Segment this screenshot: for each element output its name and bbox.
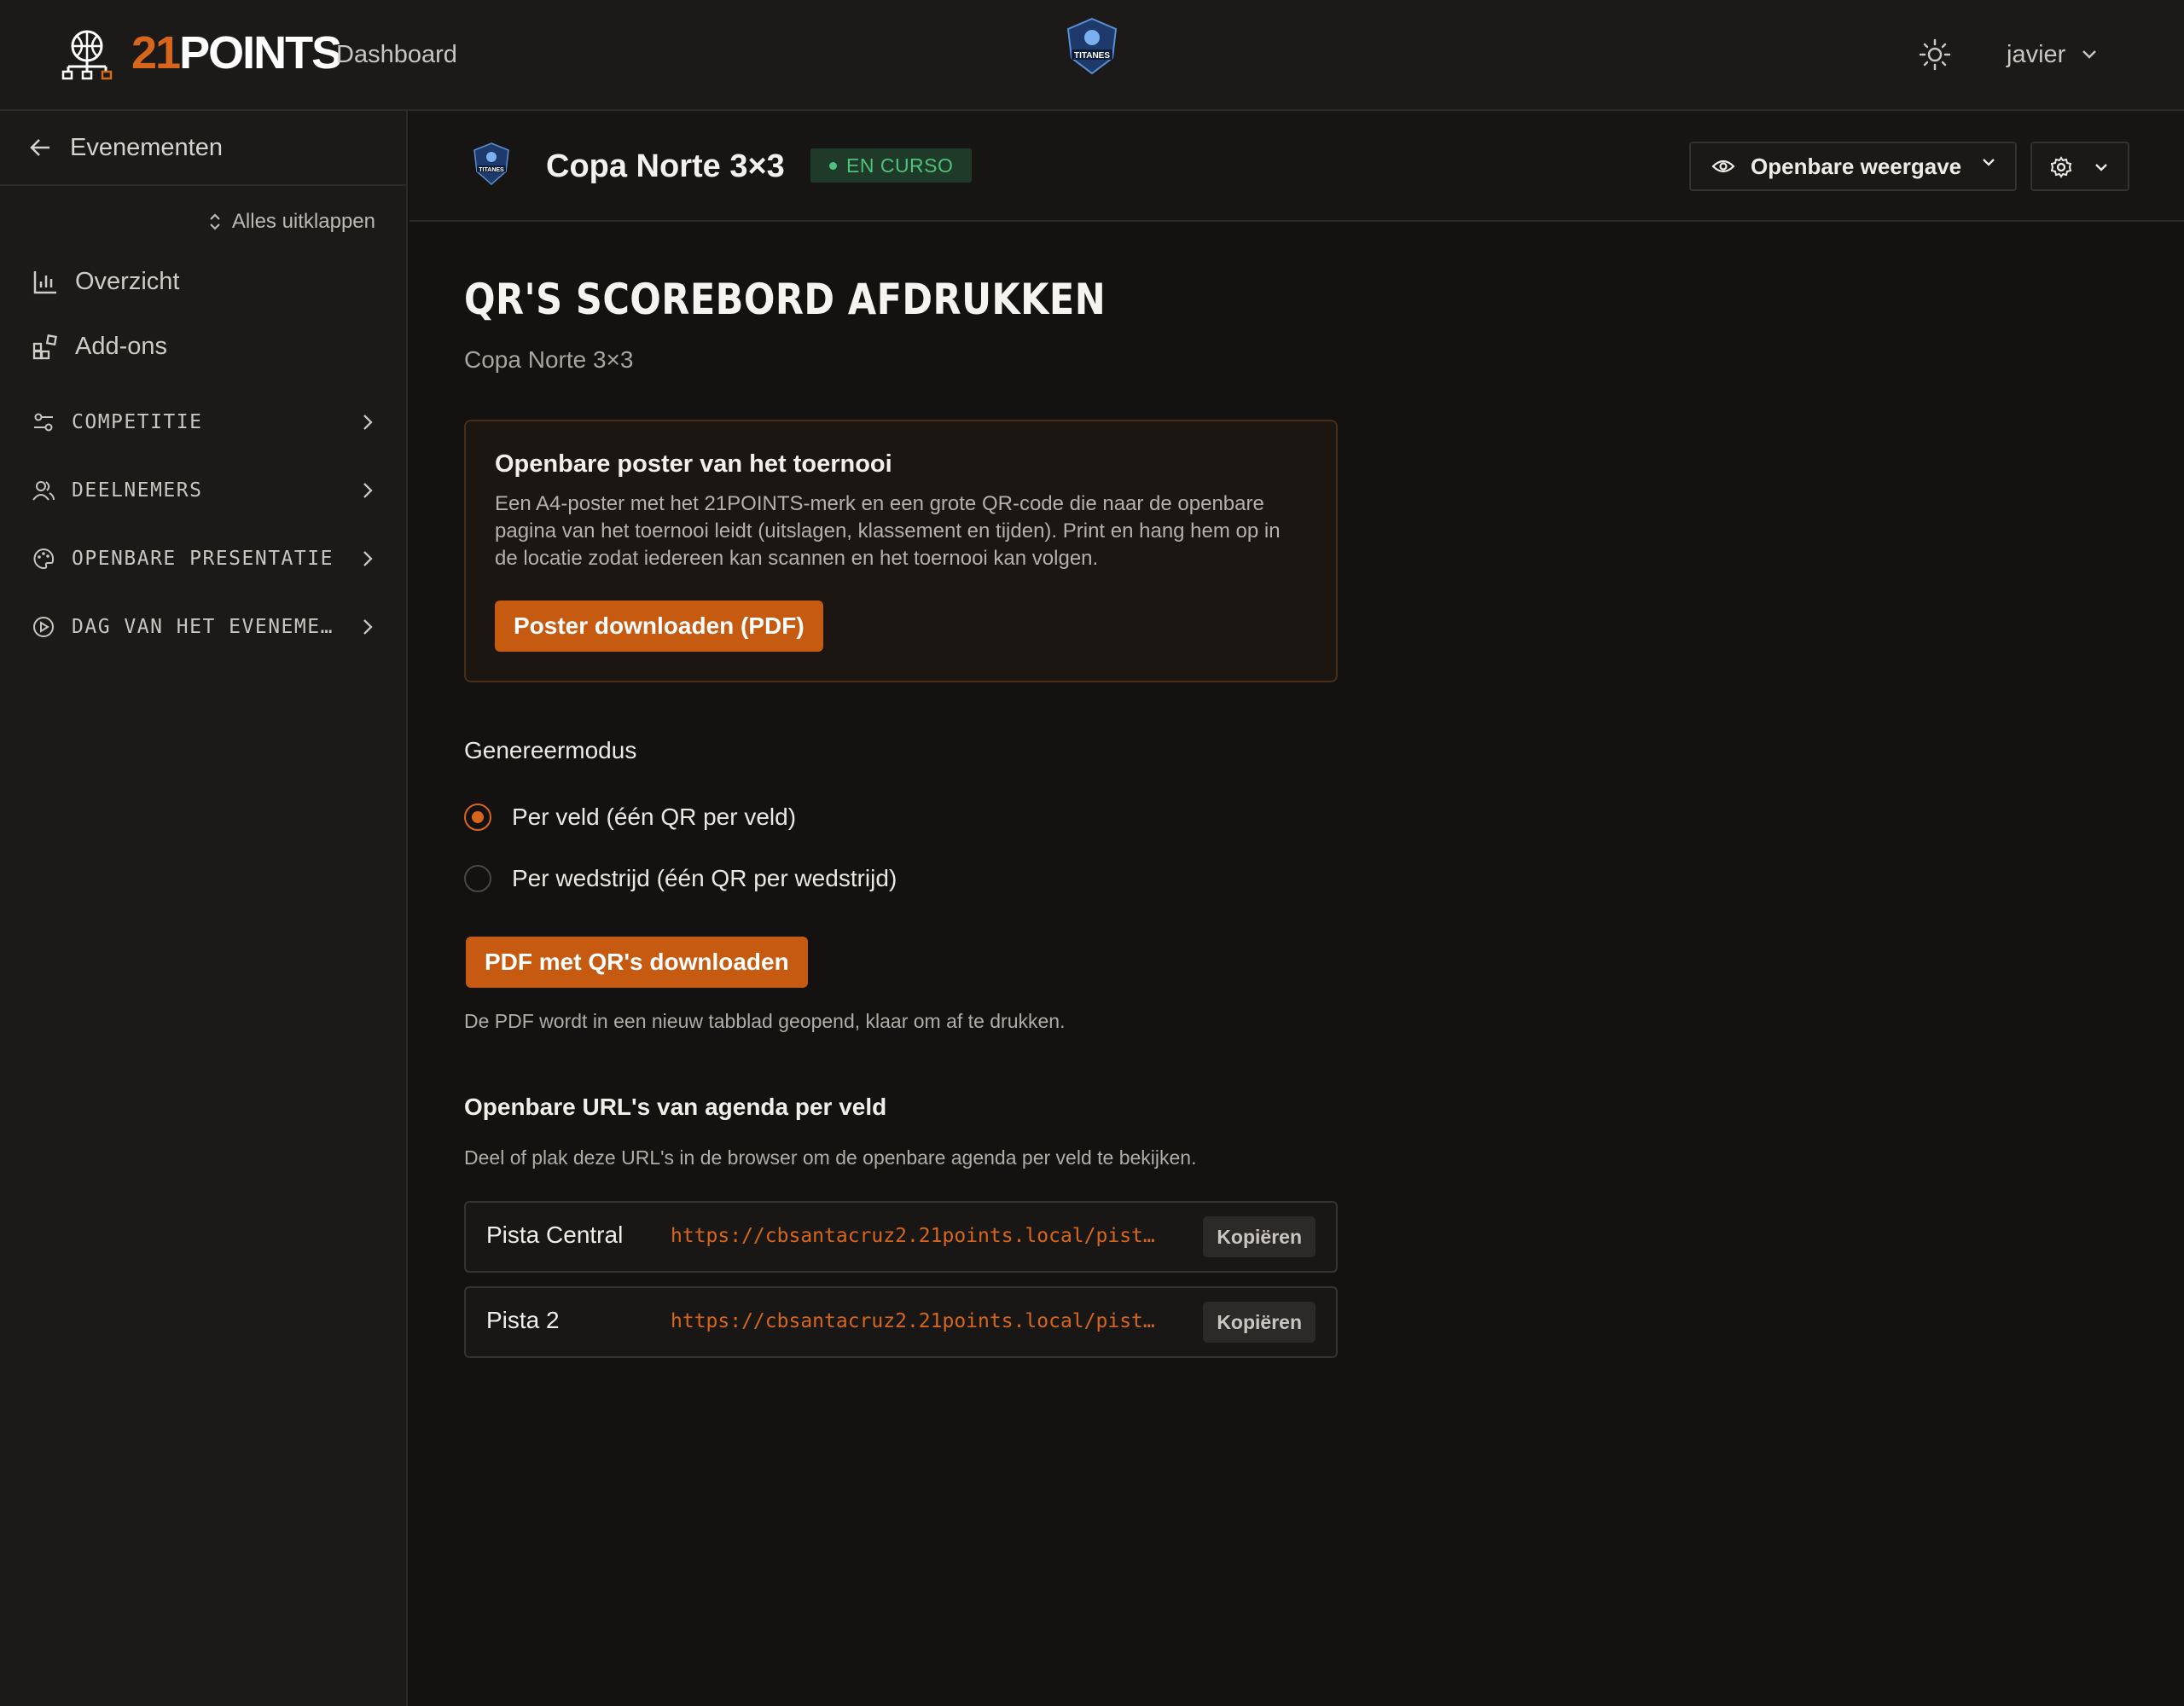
mode-option-per-field[interactable]: Per veld (één QR per veld): [464, 804, 796, 831]
sidebar-section-openbare-presentatie[interactable]: OPENBARE PRESENTATIE: [32, 548, 374, 570]
sidebar-section-dag-van-het-evenement[interactable]: DAG VAN HET EVENEME…: [32, 616, 374, 638]
chevron-right-icon: [362, 413, 374, 432]
brand-wordmark[interactable]: 21POINTS: [131, 26, 342, 80]
radio-unselected[interactable]: [464, 865, 491, 892]
chevron-right-icon: [362, 481, 374, 500]
copy-url-button[interactable]: Kopiëren: [1203, 1302, 1316, 1343]
team-logo: TITANES: [1061, 17, 1123, 75]
poster-title: Openbare poster van het toernooi: [495, 450, 892, 478]
url-row-pista-2: Pista 2 https://cbsantacruz2.21points.lo…: [464, 1286, 1338, 1358]
event-team-logo: TITANES: [469, 142, 514, 186]
sidebar-section-deelnemers[interactable]: DEELNEMERS: [32, 479, 374, 502]
event-title: Copa Norte 3×3: [546, 148, 785, 184]
arrow-left-icon: [29, 137, 51, 158]
sidebar-item-label: Overzicht: [75, 268, 180, 295]
sidebar-section-label: OPENBARE PRESENTATIE: [72, 548, 334, 570]
sidebar: Evenementen Alles uitklappen Overzicht A…: [0, 111, 408, 1706]
sidebar-item-label: Add-ons: [75, 333, 168, 360]
status-badge: EN CURSO: [810, 148, 973, 183]
sidebar-item-overzicht[interactable]: Overzicht: [32, 268, 179, 296]
page-subtitle: Copa Norte 3×3: [464, 346, 634, 373]
copy-url-button[interactable]: Kopiëren: [1203, 1216, 1316, 1257]
poster-description: Een A4-poster met het 21POINTS-merk en e…: [495, 492, 1281, 570]
expand-all-label: Alles uitklappen: [231, 210, 375, 233]
public-view-dropdown[interactable]: Openbare weergave: [1689, 142, 2017, 191]
field-name: Pista 2: [486, 1307, 560, 1333]
addons-icon: [32, 334, 58, 360]
top-bar: 21POINTS Dashboard TITANES javier: [0, 0, 2184, 111]
chevron-down-icon: [1981, 157, 1996, 167]
field-url-link[interactable]: https://cbsantacruz2.21points.local/pist…: [671, 1310, 1182, 1332]
palette-icon: [32, 548, 55, 570]
settings-dropdown[interactable]: [2030, 142, 2129, 191]
generate-mode-label: Genereermodus: [464, 737, 637, 763]
sun-icon[interactable]: [1918, 38, 1952, 72]
back-to-events-link[interactable]: Evenementen: [0, 111, 406, 186]
sidebar-item-addons[interactable]: Add-ons: [32, 333, 167, 361]
chevron-down-icon: [2081, 49, 2098, 60]
public-view-label: Openbare weergave: [1751, 153, 1962, 179]
poster-card: Openbare poster van het toernooi Een A4-…: [464, 420, 1338, 682]
radio-selected[interactable]: [464, 804, 491, 831]
chevrons-up-down-icon: [208, 212, 222, 232]
public-urls-description: Deel of plak deze URL's in de browser om…: [464, 1146, 1197, 1169]
user-menu[interactable]: javier: [2007, 36, 2098, 73]
mode-option-label: Per veld (één QR per veld): [512, 804, 797, 830]
back-label: Evenementen: [70, 133, 223, 161]
gear-icon: [2049, 155, 2073, 179]
sidebar-section-label: COMPETITIE: [72, 411, 203, 433]
svg-text:TITANES: TITANES: [1074, 51, 1110, 61]
play-circle-icon: [32, 616, 55, 638]
field-url-link[interactable]: https://cbsantacruz2.21points.local/pist…: [671, 1225, 1182, 1247]
public-urls-title: Openbare URL's van agenda per veld: [464, 1094, 887, 1120]
eye-icon: [1711, 158, 1735, 175]
bar-chart-icon: [32, 270, 58, 295]
basketball-logo-icon[interactable]: [60, 29, 114, 80]
sidebar-section-competitie[interactable]: COMPETITIE: [32, 411, 374, 433]
sidebar-section-label: DEELNEMERS: [72, 479, 203, 502]
svg-text:TITANES: TITANES: [479, 167, 504, 173]
chevron-right-icon: [362, 549, 374, 568]
nav-dashboard-link[interactable]: Dashboard: [336, 38, 457, 72]
sidebar-section-label: DAG VAN HET EVENEME…: [72, 616, 334, 638]
pdf-note: De PDF wordt in een nieuw tabblad geopen…: [464, 1010, 1066, 1032]
mode-option-per-match[interactable]: Per wedstrijd (één QR per wedstrijd): [464, 865, 897, 892]
sliders-icon: [32, 411, 55, 433]
mode-option-label: Per wedstrijd (één QR per wedstrijd): [512, 865, 897, 891]
event-header: TITANES Copa Norte 3×3 EN CURSO Openbare…: [410, 111, 2184, 222]
brand-part-1: 21: [131, 27, 181, 78]
expand-all-button[interactable]: Alles uitklappen: [208, 210, 375, 234]
url-row-pista-central: Pista Central https://cbsantacruz2.21poi…: [464, 1201, 1338, 1273]
field-name: Pista Central: [486, 1221, 624, 1248]
page-title: QR'S SCOREBORD AFDRUKKEN: [464, 275, 1107, 324]
users-icon: [32, 479, 55, 502]
chevron-right-icon: [362, 618, 374, 636]
download-poster-button[interactable]: Poster downloaden (PDF): [495, 601, 823, 652]
download-qr-pdf-button[interactable]: PDF met QR's downloaden: [466, 937, 808, 988]
user-name: javier: [2007, 40, 2066, 68]
chevron-down-icon: [2094, 162, 2109, 172]
brand-part-2: POINTS: [179, 27, 342, 78]
